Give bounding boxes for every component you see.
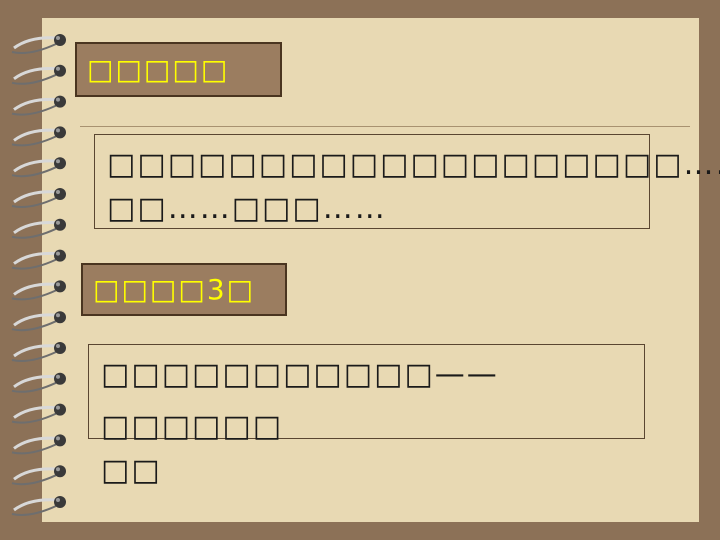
section-2-title-text: □□□□3□ bbox=[93, 272, 256, 306]
binding-ring bbox=[11, 188, 66, 208]
binding-ring bbox=[11, 64, 66, 85]
section-1-title-text: □□□□□ bbox=[87, 52, 230, 86]
section-1-title: □□□□□ bbox=[75, 42, 282, 97]
binding-ring bbox=[11, 218, 66, 239]
binding-ring bbox=[11, 280, 66, 301]
section-1-body: □□□□□□□□□□□□□□□□□□□…… □□……□□□…… bbox=[94, 134, 720, 229]
spiral-binding bbox=[11, 34, 66, 516]
divider-line bbox=[80, 126, 690, 127]
binding-ring bbox=[11, 311, 66, 332]
binding-ring bbox=[11, 34, 66, 54]
binding-ring bbox=[11, 157, 66, 178]
binding-ring bbox=[11, 434, 66, 455]
section-2-body: □□□□□□□□□□□——□□□□□□ □□ bbox=[88, 344, 645, 488]
binding-ring bbox=[11, 372, 66, 393]
binding-ring bbox=[11, 95, 66, 116]
section-2-title: □□□□3□ bbox=[81, 263, 287, 316]
binding-ring bbox=[11, 126, 66, 147]
binding-ring bbox=[11, 465, 66, 486]
section-2-line-1: □□□□□□□□□□□——□□□□□□ bbox=[101, 357, 499, 444]
binding-ring bbox=[11, 342, 66, 362]
binding-ring bbox=[11, 249, 66, 270]
binding-ring bbox=[11, 403, 66, 424]
binding-ring bbox=[11, 496, 66, 516]
